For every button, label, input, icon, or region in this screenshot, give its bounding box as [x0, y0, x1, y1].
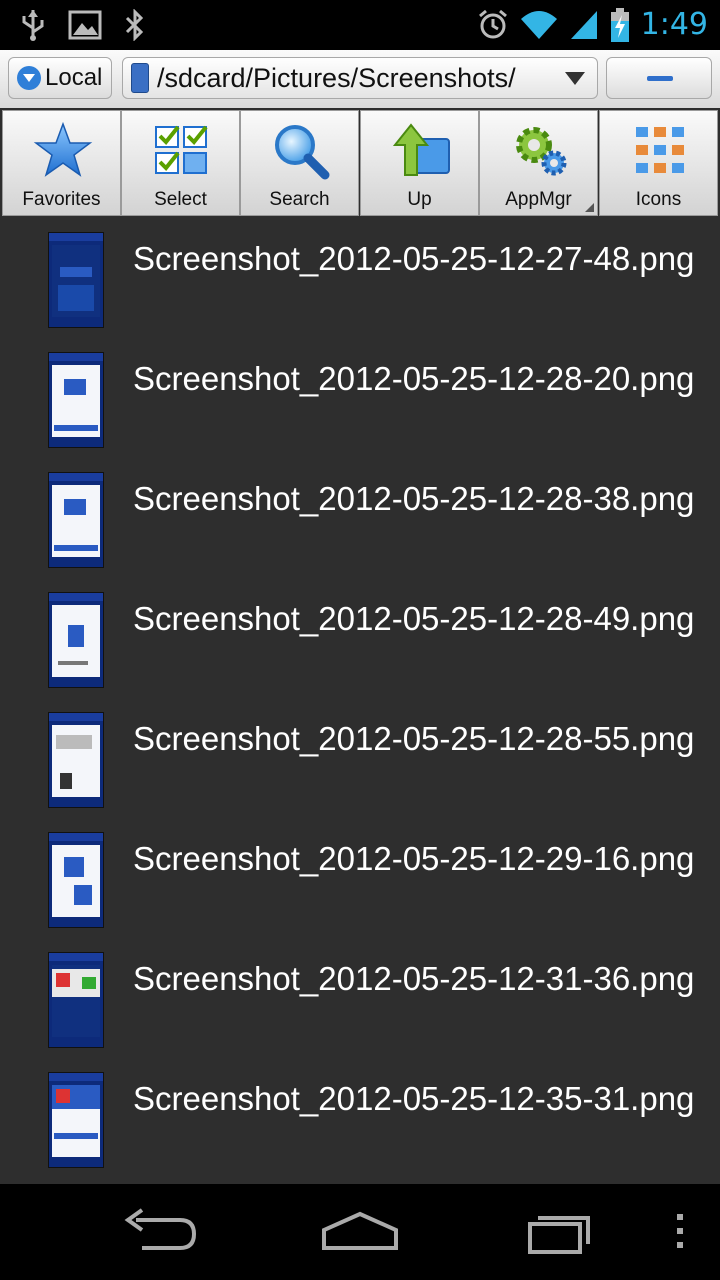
favorites-button[interactable]: Favorites — [2, 110, 121, 216]
file-name: Screenshot_2012-05-25-12-29-16.png — [133, 840, 695, 877]
battery-charging-icon — [610, 8, 629, 42]
location-selector-button[interactable]: Local — [8, 57, 112, 99]
chevron-down-icon — [17, 66, 41, 90]
star-icon — [33, 121, 93, 177]
path-dropdown[interactable]: /sdcard/Pictures/Screenshots/ — [122, 57, 598, 99]
list-item[interactable]: Screenshot_2012-05-25-12-27-48.png — [0, 220, 720, 340]
image-thumbnail — [48, 832, 104, 928]
list-item[interactable]: Screenshot_2012-05-25-12-35-31.png — [0, 1060, 720, 1180]
minus-button[interactable] — [606, 57, 712, 99]
clock: 1:49 — [640, 7, 708, 42]
minus-icon — [647, 76, 673, 81]
file-list: Screenshot_2012-05-25-12-27-48.png Scree… — [0, 220, 720, 1184]
status-bar: 1:49 — [0, 0, 720, 50]
recents-icon[interactable] — [516, 1206, 606, 1258]
file-name: Screenshot_2012-05-25-12-28-55.png — [133, 720, 695, 757]
file-name: Screenshot_2012-05-25-12-28-49.png — [133, 600, 695, 637]
wifi-icon — [520, 11, 557, 39]
file-name: Screenshot_2012-05-25-12-28-38.png — [133, 480, 695, 517]
image-thumbnail — [48, 1072, 104, 1168]
list-item[interactable]: Screenshot_2012-05-25-12-28-20.png — [0, 340, 720, 460]
image-thumbnail — [48, 352, 104, 448]
path-bar: Local /sdcard/Pictures/Screenshots/ — [0, 50, 720, 109]
checkbox-grid-icon — [155, 125, 208, 174]
grid-view-icon — [636, 127, 684, 173]
appmgr-button[interactable]: AppMgr — [479, 110, 598, 216]
toolbar-label: Search — [269, 189, 330, 210]
toolbar-label: Select — [154, 189, 207, 210]
signal-icon — [570, 11, 597, 39]
file-name: Screenshot_2012-05-25-12-27-48.png — [133, 240, 695, 277]
magnifier-icon — [275, 125, 330, 180]
location-label: Local — [45, 64, 103, 91]
list-item[interactable]: Screenshot_2012-05-25-12-31-36.png — [0, 940, 720, 1060]
toolbar-label: Up — [407, 189, 432, 210]
navigation-bar — [0, 1184, 720, 1280]
image-thumbnail — [48, 712, 104, 808]
usb-icon — [22, 10, 44, 41]
icons-view-button[interactable]: Icons — [599, 110, 718, 216]
toolbar-label: AppMgr — [505, 189, 572, 210]
bluetooth-icon — [125, 9, 144, 41]
file-name: Screenshot_2012-05-25-12-31-36.png — [133, 960, 695, 997]
dropdown-arrow-icon — [565, 72, 585, 85]
alarm-icon — [478, 9, 507, 39]
back-icon[interactable] — [116, 1206, 206, 1258]
select-button[interactable]: Select — [121, 110, 240, 216]
current-path: /sdcard/Pictures/Screenshots/ — [157, 62, 516, 93]
home-icon[interactable] — [316, 1206, 406, 1258]
list-item[interactable]: Screenshot_2012-05-25-12-28-55.png — [0, 700, 720, 820]
toolbar: Favorites Select Search Up AppMgr Icons — [0, 108, 720, 220]
up-folder-icon — [392, 123, 450, 176]
image-icon — [68, 10, 102, 40]
toolbar-label: Icons — [635, 189, 682, 210]
toolbar-label: Favorites — [22, 189, 101, 210]
image-thumbnail — [48, 592, 104, 688]
list-item[interactable]: Screenshot_2012-05-25-12-29-16.png — [0, 820, 720, 940]
file-name: Screenshot_2012-05-25-12-28-20.png — [133, 360, 695, 397]
sdcard-icon — [131, 63, 149, 93]
more-indicator-icon — [585, 203, 594, 212]
menu-icon[interactable] — [660, 1206, 700, 1258]
gears-icon — [516, 127, 567, 176]
file-name: Screenshot_2012-05-25-12-35-31.png — [133, 1080, 695, 1117]
list-item[interactable]: Screenshot_2012-05-25-12-28-49.png — [0, 580, 720, 700]
image-thumbnail — [48, 232, 104, 328]
image-thumbnail — [48, 952, 104, 1048]
list-item[interactable]: Screenshot_2012-05-25-12-28-38.png — [0, 460, 720, 580]
up-button[interactable]: Up — [360, 110, 479, 216]
image-thumbnail — [48, 472, 104, 568]
search-button[interactable]: Search — [240, 110, 359, 216]
